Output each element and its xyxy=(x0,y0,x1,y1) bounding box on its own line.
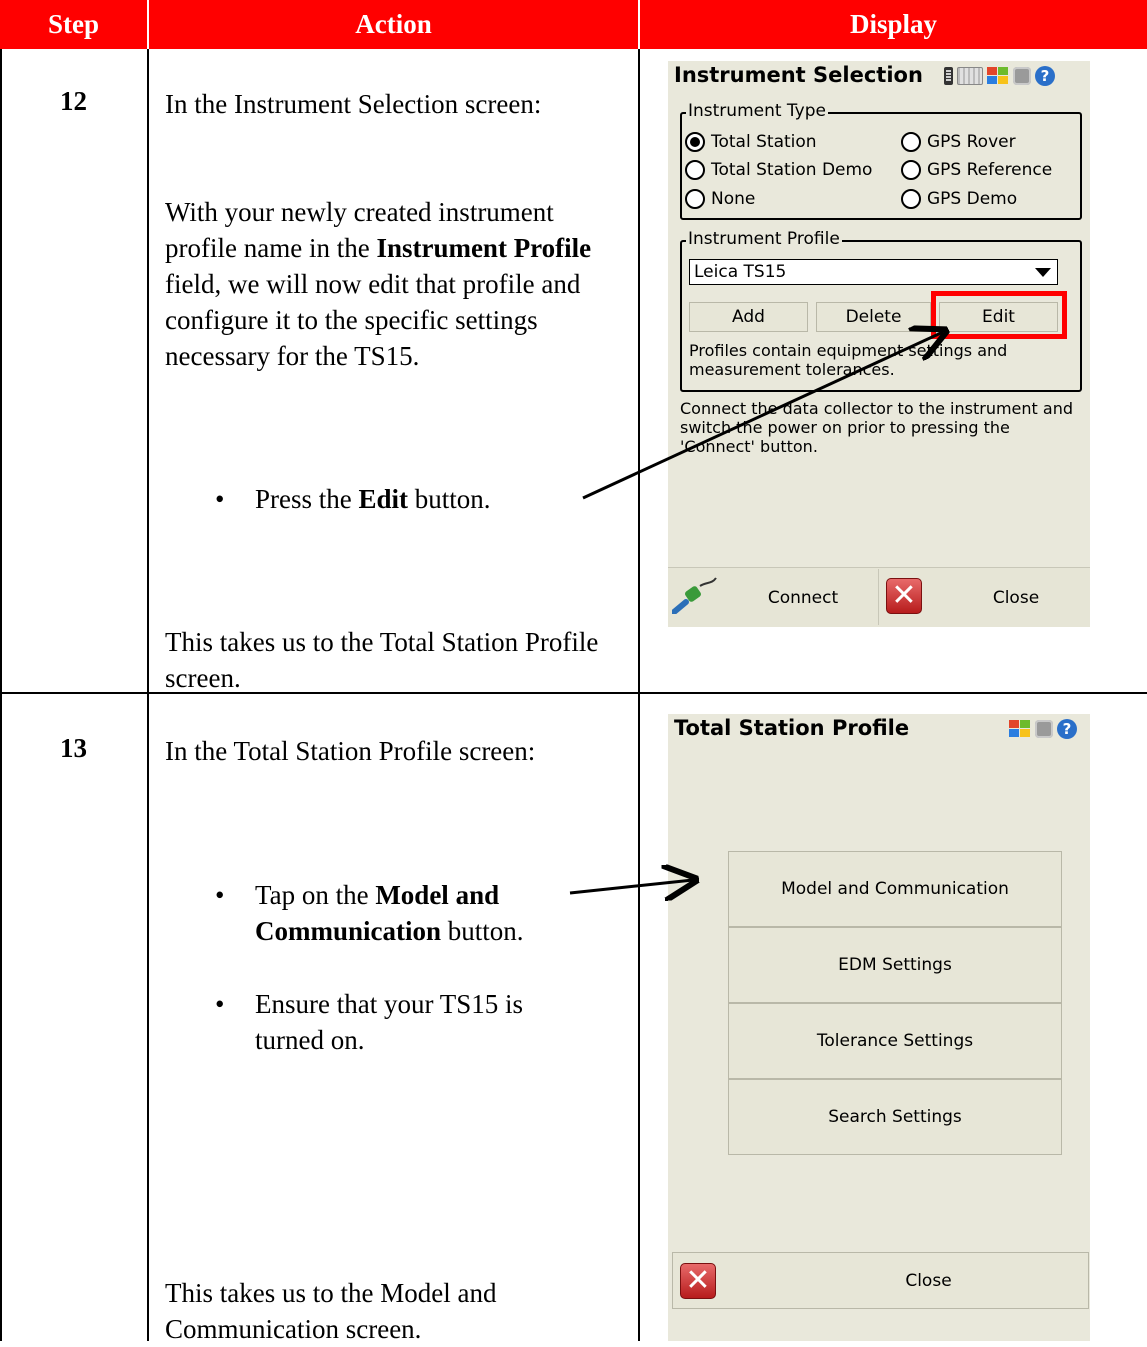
arrow-overlay xyxy=(569,0,1147,1341)
arrow-to-edit-button xyxy=(582,332,943,500)
arrow-to-model-button xyxy=(569,880,693,893)
